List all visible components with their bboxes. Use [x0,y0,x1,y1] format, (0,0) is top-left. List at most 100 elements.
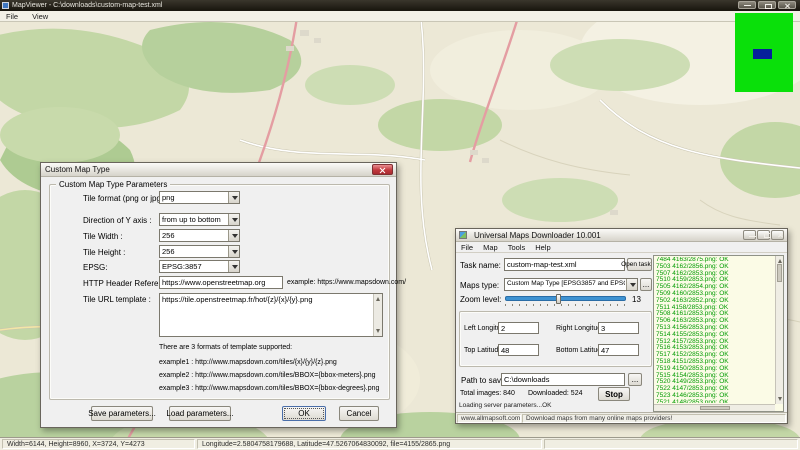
zoom-slider-ticks [505,304,626,306]
chevron-down-icon[interactable] [228,192,239,203]
umd-menu-map[interactable]: Map [483,243,498,252]
log-horizontal-scrollbar[interactable] [654,404,775,411]
umd-menubar: File Map Tools Help [456,242,787,253]
chevron-down-icon[interactable] [228,214,239,225]
close-icon[interactable] [778,1,796,9]
main-titlebar: MapViewer - C:\downloads\custom-map-test… [0,0,800,11]
example2-text: example2 : http://www.mapsdown.com/tiles… [159,372,376,379]
main-statusbar: Width=6144, Height=8960, X=3724, Y=4273 … [0,437,800,450]
template-label: Tile URL template : [83,295,151,304]
chevron-down-icon[interactable] [228,246,239,257]
umd-minimize-icon[interactable] [743,230,756,240]
open-task-button[interactable]: Open task ... [627,258,652,271]
downloaded-text: Downloaded: 524 [528,390,583,397]
umd-status-tagline: Download maps from many online maps prov… [522,414,786,423]
cmt-close-icon[interactable] [372,164,393,175]
maps-type-select[interactable]: Custom Map Type [EPSG3857 and EPSG4326 s… [504,278,638,291]
custom-map-type-dialog: Custom Map Type Custom Map Type Paramete… [40,162,397,428]
cmt-titlebar[interactable]: Custom Map Type [41,163,396,177]
example1-text: example1 : http://www.mapsdown.com/tiles… [159,359,337,366]
scrollbar-thumb[interactable] [700,406,730,410]
umd-menu-help[interactable]: Help [535,243,550,252]
formats-note: There are 3 formats of template supporte… [159,344,292,351]
tile-format-select[interactable]: png [159,191,240,204]
referer-label: HTTP Header Referer : [83,279,166,288]
scroll-down-icon[interactable] [376,329,380,333]
cancel-button[interactable]: Cancel [339,406,379,421]
zoom-slider-thumb[interactable] [556,294,561,304]
downloader-window: Universal Maps Downloader 10.001 File Ma… [455,228,788,424]
screen: { "colors": { "overlay_green": "#0ae00a"… [0,0,800,450]
main-menubar: File View [0,11,800,22]
tile-width-select[interactable]: 256 [159,229,240,242]
top-latitude-input[interactable]: 48 [498,344,539,356]
coords-groupbox [459,311,652,367]
scroll-up-icon[interactable] [376,297,380,301]
scroll-down-icon[interactable] [778,397,782,401]
umd-menu-file[interactable]: File [461,243,473,252]
maps-type-browse-button[interactable]: ... [640,278,652,291]
y-axis-direction-select[interactable]: from up to bottom [159,213,240,226]
download-log-panel[interactable]: 7484 4163/2875.png: OK7503 4162/2856.png… [653,255,784,412]
y-axis-direction-label: Direction of Y axis : [83,216,152,225]
umd-menu-tools[interactable]: Tools [508,243,526,252]
status-coordinates: Longitude=2.5804758179688, Latitude=47.5… [197,439,542,449]
chevron-down-icon[interactable] [626,279,637,290]
load-parameters-button[interactable]: Load parameters... [169,406,231,421]
ok-button[interactable]: OK [282,406,326,421]
log-entry: 7521 4148/2853.png: OK [656,400,774,403]
cmt-title: Custom Map Type [41,165,110,174]
template-scrollbar[interactable] [373,294,382,336]
save-parameters-button[interactable]: Save parameters... [91,406,153,421]
path-browse-button[interactable]: ... [628,373,642,386]
download-area-overlay [735,13,793,92]
path-to-save-input[interactable]: C:\downloads [501,373,625,386]
umd-close-icon[interactable] [771,230,784,240]
menu-file[interactable]: File [6,12,18,21]
zoom-slider[interactable] [505,296,626,301]
loading-status-text: Loading server parameters...OK [459,402,552,409]
download-log: 7484 4163/2875.png: OK7503 4162/2856.png… [656,257,774,403]
log-vertical-scrollbar[interactable] [775,256,783,404]
tile-format-label: Tile format (png or jpg): [83,194,166,203]
maximize-icon[interactable] [758,1,776,9]
scrollbar-thumb[interactable] [777,264,782,282]
status-spacer [544,439,798,449]
referer-example: example: https://www.mapsdown.com/ [287,279,406,286]
maps-type-label: Maps type: [460,281,499,290]
tile-width-label: Tile Width : [83,232,123,241]
chevron-down-icon[interactable] [228,230,239,241]
umd-title: Universal Maps Downloader 10.001 [470,231,601,240]
example3-text: example3 : http://www.mapsdown.com/tiles… [159,385,379,392]
cmt-group-label: Custom Map Type Parameters [56,180,170,189]
minimize-icon[interactable] [738,1,756,9]
total-images-text: Total images: 840 [460,390,515,397]
chevron-down-icon[interactable] [228,261,239,272]
template-textarea[interactable]: https://tile.openstreetmap.fr/hot/{z}/{x… [159,293,383,337]
template-value: https://tile.openstreetmap.fr/hot/{z}/{x… [162,295,313,304]
zoom-level-label: Zoom level: [460,295,501,304]
main-window-title: MapViewer - C:\downloads\custom-map-test… [12,1,162,10]
scroll-up-icon[interactable] [778,259,782,263]
umd-app-icon [459,231,467,239]
task-name-label: Task name: [460,261,501,270]
bottom-latitude-input[interactable]: 47 [598,344,639,356]
epsg-select[interactable]: EPSG:3857 [159,260,240,273]
left-longitude-input[interactable]: 2 [498,322,539,334]
stop-button[interactable]: Stop [598,387,630,401]
umd-titlebar[interactable]: Universal Maps Downloader 10.001 [456,229,787,242]
current-tile-marker [753,49,772,59]
status-dimensions: Width=6144, Height=8960, X=3724, Y=4273 [2,439,195,449]
referer-input[interactable]: https://www.openstreetmap.org [159,276,283,289]
app-icon [2,2,9,9]
right-longitude-input[interactable]: 3 [598,322,639,334]
zoom-level-value: 13 [632,295,641,304]
umd-maximize-icon[interactable] [757,230,770,240]
task-name-input[interactable]: custom-map-test.xml [504,258,625,271]
menu-view[interactable]: View [32,12,48,21]
epsg-label: EPSG: [83,263,107,272]
tile-height-label: Tile Height : [83,248,125,257]
umd-statusbar: www.allmapsoft.com Download maps from ma… [456,412,787,423]
umd-status-website: www.allmapsoft.com [457,414,521,423]
tile-height-select[interactable]: 256 [159,245,240,258]
